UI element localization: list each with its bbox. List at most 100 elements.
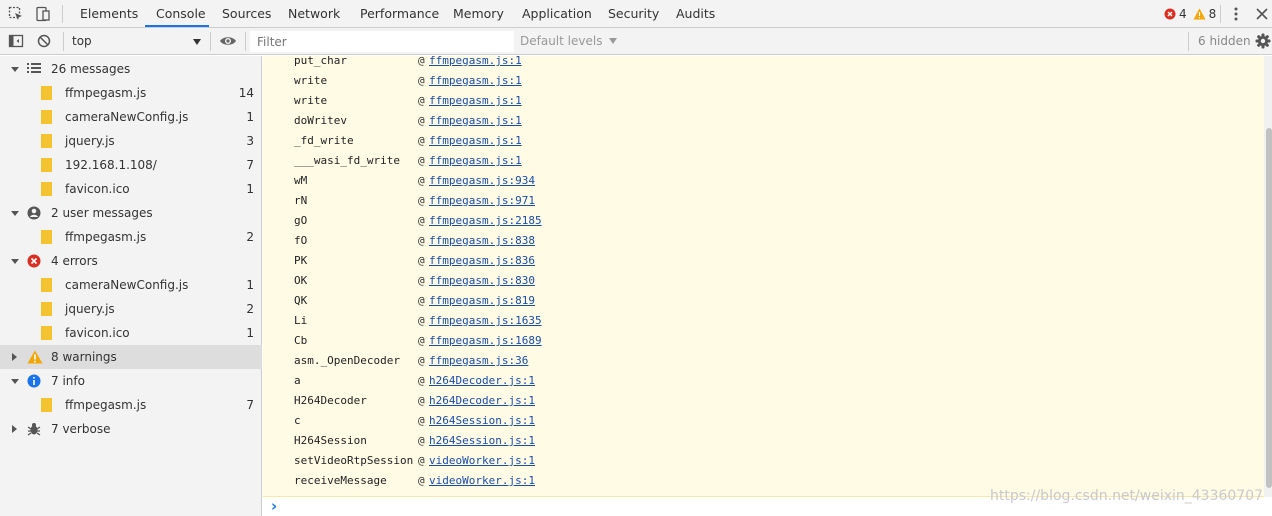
at-symbol: @ bbox=[418, 174, 425, 187]
tab-performance[interactable]: Performance bbox=[360, 0, 439, 28]
source-link[interactable]: ffmpegasm.js:2185 bbox=[429, 211, 542, 231]
sidebar-file-item[interactable]: ffmpegasm.js 2 bbox=[0, 225, 262, 249]
context-selector[interactable]: top bbox=[66, 31, 208, 52]
dropdown-arrow-icon bbox=[193, 39, 201, 45]
collapse-arrow-icon[interactable] bbox=[12, 425, 17, 433]
function-name: c bbox=[294, 414, 301, 427]
function-name: setVideoRtpSession bbox=[294, 454, 414, 467]
user-icon bbox=[27, 206, 41, 220]
tab-application[interactable]: Application bbox=[522, 0, 592, 28]
source-link[interactable]: h264Decoder.js:1 bbox=[429, 391, 535, 411]
expand-arrow-icon[interactable] bbox=[11, 67, 19, 72]
sidebar-group-user[interactable]: 2 user messages bbox=[0, 201, 262, 225]
log-levels-dropdown[interactable]: Default levels bbox=[520, 31, 618, 52]
sidebar-file-item[interactable]: ffmpegasm.js 7 bbox=[0, 393, 262, 417]
source-link[interactable]: h264Session.js:1 bbox=[429, 431, 535, 451]
file-name: 192.168.1.108/ bbox=[65, 158, 157, 172]
inspect-element-icon[interactable] bbox=[7, 5, 25, 23]
sidebar-group-info[interactable]: 7 info bbox=[0, 369, 262, 393]
function-name: _fd_write bbox=[294, 134, 354, 147]
sidebar-group-warning[interactable]: 8 warnings bbox=[0, 345, 262, 369]
warning-icon bbox=[27, 350, 43, 364]
at-symbol: @ bbox=[418, 254, 425, 267]
source-link[interactable]: videoWorker.js:1 bbox=[429, 451, 535, 471]
sidebar-toggle-icon[interactable] bbox=[7, 32, 25, 50]
warning-icon bbox=[1193, 8, 1206, 20]
source-link[interactable]: ffmpegasm.js:836 bbox=[429, 251, 535, 271]
settings-gear-icon[interactable] bbox=[1254, 32, 1272, 50]
at-symbol: @ bbox=[418, 234, 425, 247]
at-symbol: @ bbox=[418, 374, 425, 387]
tab-console[interactable]: Console bbox=[156, 0, 206, 28]
sidebar-group-error[interactable]: 4 errors bbox=[0, 249, 262, 273]
function-name: doWritev bbox=[294, 114, 347, 127]
sidebar-file-item[interactable]: cameraNewConfig.js 1 bbox=[0, 105, 262, 129]
function-name: Cb bbox=[294, 334, 308, 347]
source-link[interactable]: ffmpegasm.js:1635 bbox=[429, 311, 542, 331]
sidebar-group-bug[interactable]: 7 verbose bbox=[0, 417, 262, 441]
source-link[interactable]: h264Decoder.js:1 bbox=[429, 371, 535, 391]
source-link[interactable]: ffmpegasm.js:1 bbox=[429, 51, 522, 71]
expand-arrow-icon[interactable] bbox=[11, 379, 19, 384]
tab-network[interactable]: Network bbox=[288, 0, 340, 28]
scrollbar-thumb[interactable] bbox=[1266, 128, 1272, 488]
source-link[interactable]: ffmpegasm.js:1 bbox=[429, 111, 522, 131]
clear-console-icon[interactable] bbox=[35, 32, 53, 50]
source-link[interactable]: ffmpegasm.js:830 bbox=[429, 271, 535, 291]
function-name: OK bbox=[294, 274, 308, 287]
device-toolbar-icon[interactable] bbox=[33, 5, 51, 23]
at-symbol: @ bbox=[418, 94, 425, 107]
sidebar-file-item[interactable]: cameraNewConfig.js 1 bbox=[0, 273, 262, 297]
eye-icon[interactable] bbox=[219, 32, 237, 50]
tab-sources[interactable]: Sources bbox=[222, 0, 271, 28]
tab-memory[interactable]: Memory bbox=[453, 0, 504, 28]
error-count-badge[interactable]: 4 8 bbox=[1164, 7, 1216, 21]
sidebar-file-item[interactable]: jquery.js 2 bbox=[0, 297, 262, 321]
at-symbol: @ bbox=[418, 134, 425, 147]
sidebar-file-item[interactable]: favicon.ico 1 bbox=[0, 177, 262, 201]
file-icon bbox=[41, 134, 52, 148]
source-link[interactable]: ffmpegasm.js:1 bbox=[429, 151, 522, 171]
source-link[interactable]: ffmpegasm.js:819 bbox=[429, 291, 535, 311]
source-link[interactable]: ffmpegasm.js:971 bbox=[429, 191, 535, 211]
sidebar-file-item[interactable]: 192.168.1.108/7 bbox=[0, 153, 262, 177]
tab-audits[interactable]: Audits bbox=[676, 0, 715, 28]
source-link[interactable]: ffmpegasm.js:934 bbox=[429, 171, 535, 191]
sidebar-file-item[interactable]: favicon.ico 1 bbox=[0, 321, 262, 345]
tab-security[interactable]: Security bbox=[608, 0, 659, 28]
function-name: gO bbox=[294, 214, 308, 227]
collapse-arrow-icon[interactable] bbox=[12, 353, 17, 361]
tab-elements[interactable]: Elements bbox=[80, 0, 138, 28]
sidebar-group-list[interactable]: 26 messages bbox=[0, 57, 262, 81]
expand-arrow-icon[interactable] bbox=[11, 259, 19, 264]
file-icon bbox=[41, 110, 52, 124]
expand-arrow-icon[interactable] bbox=[11, 211, 19, 216]
file-count: 3 bbox=[246, 134, 254, 148]
source-link[interactable]: h264Session.js:1 bbox=[429, 411, 535, 431]
file-name: cameraNewConfig.js bbox=[65, 110, 189, 124]
filter-input[interactable] bbox=[250, 31, 514, 52]
source-link[interactable]: ffmpegasm.js:1689 bbox=[429, 331, 542, 351]
sidebar-file-item[interactable]: ffmpegasm.js 14 bbox=[0, 81, 262, 105]
sidebar-file-item[interactable]: jquery.js 3 bbox=[0, 129, 262, 153]
function-name: Li bbox=[294, 314, 308, 327]
at-symbol: @ bbox=[418, 314, 425, 327]
source-link[interactable]: ffmpegasm.js:1 bbox=[429, 131, 522, 151]
file-name: cameraNewConfig.js bbox=[65, 278, 189, 292]
sidebar-group-label: 7 verbose bbox=[51, 422, 111, 436]
file-icon bbox=[41, 158, 52, 172]
close-icon[interactable] bbox=[1253, 5, 1271, 23]
source-link[interactable]: ffmpegasm.js:36 bbox=[429, 351, 528, 371]
source-link[interactable]: ffmpegasm.js:1 bbox=[429, 91, 522, 111]
function-name: write bbox=[294, 74, 328, 87]
source-link[interactable]: videoWorker.js:1 bbox=[429, 471, 535, 491]
at-symbol: @ bbox=[418, 434, 425, 447]
more-options-icon[interactable] bbox=[1227, 5, 1245, 23]
file-name: ffmpegasm.js bbox=[65, 230, 147, 244]
source-link[interactable]: ffmpegasm.js:1 bbox=[429, 71, 522, 91]
dropdown-arrow-icon bbox=[609, 38, 618, 44]
file-count: 1 bbox=[246, 278, 254, 292]
source-link[interactable]: ffmpegasm.js:838 bbox=[429, 231, 535, 251]
function-name: ___wasi_fd_write bbox=[294, 154, 400, 167]
file-count: 1 bbox=[246, 182, 254, 196]
